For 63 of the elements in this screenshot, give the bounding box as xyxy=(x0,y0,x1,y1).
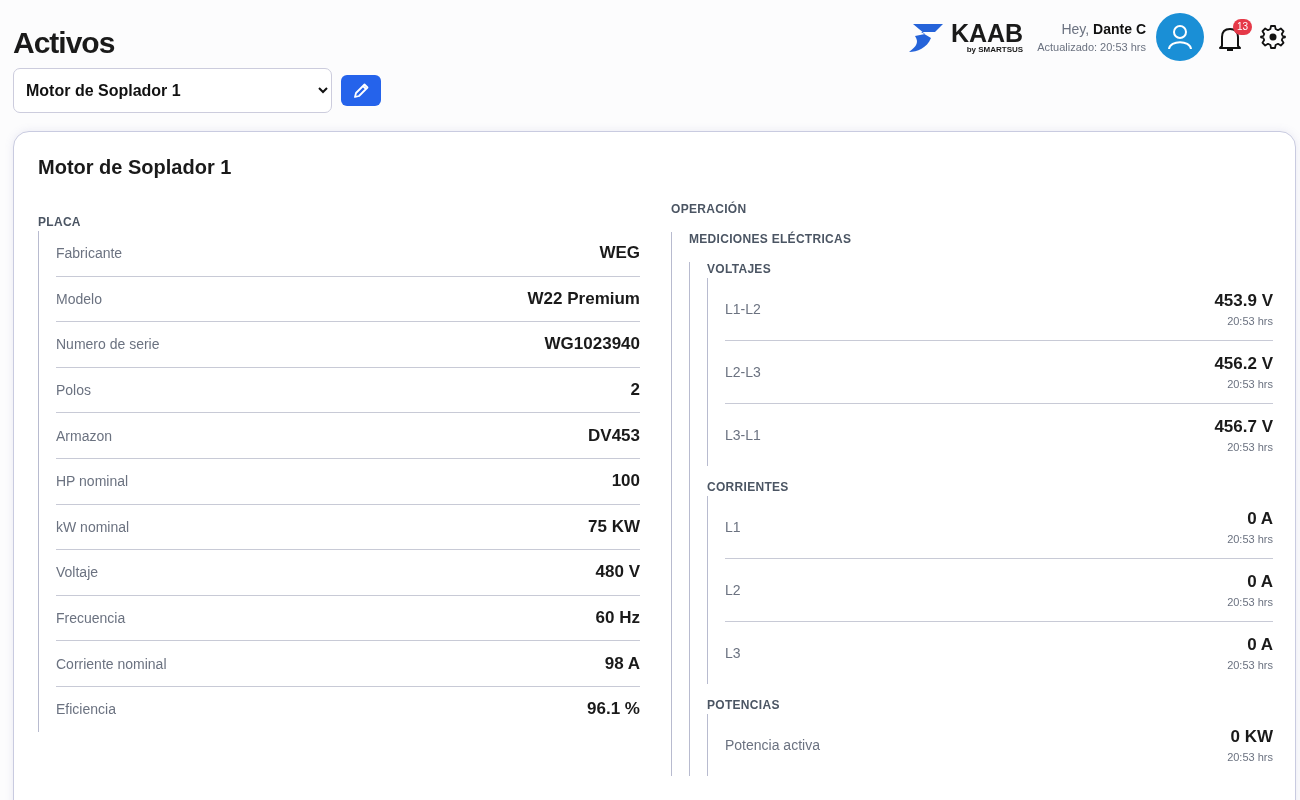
measurement-value: 456.2 V xyxy=(1214,354,1273,374)
subgroup-heading: CORRIENTES xyxy=(707,480,790,496)
field-label: Eficiencia xyxy=(56,701,116,718)
measurement-label: L3 xyxy=(725,645,741,661)
card-title: Motor de Soplador 1 xyxy=(38,156,233,179)
pencil-icon xyxy=(352,81,370,100)
asset-select[interactable]: Motor de Soplador 1 xyxy=(13,68,332,113)
user-greeting: Hey, Dante C xyxy=(1060,21,1146,37)
field-value: 100 xyxy=(611,471,640,492)
measurement-value: 0 A xyxy=(1246,572,1273,592)
field-label: Polos xyxy=(56,382,92,399)
settings-icon xyxy=(1260,24,1286,50)
field-value: 75 KW xyxy=(588,516,640,537)
field-value: WG1023940 xyxy=(544,334,640,355)
field-value: 98 A xyxy=(604,653,640,674)
measurement-time: 20:53 hrs xyxy=(1227,596,1273,608)
brand-name: KAAB xyxy=(950,20,1024,45)
page-title: Activos xyxy=(13,26,116,60)
brand-tagline: by SMARTSUS xyxy=(965,44,1024,54)
measurement-value: 0 A xyxy=(1246,509,1273,529)
field-value: 2 xyxy=(630,380,640,401)
measurement-label: L2 xyxy=(725,582,741,598)
measurement-value: 453.9 V xyxy=(1214,291,1273,311)
subgroup-heading: POTENCIAS xyxy=(707,698,781,714)
measurement-label: L2-L3 xyxy=(725,364,761,380)
field-value: 96.1 % xyxy=(587,699,640,720)
measurement-time: 20:53 hrs xyxy=(1226,315,1273,327)
field-label: Voltaje xyxy=(56,564,99,581)
field-label: Frecuencia xyxy=(56,610,126,627)
last-updated: Actualizado: 20:53 hrs xyxy=(1037,41,1146,53)
field-value: 480 V xyxy=(595,562,640,583)
notification-count: 13 xyxy=(1232,19,1252,35)
measurement-time: 20:53 hrs xyxy=(1226,441,1273,453)
settings-button[interactable] xyxy=(1260,24,1286,50)
field-label: Numero de serie xyxy=(56,336,160,353)
avatar[interactable] xyxy=(1156,13,1204,61)
group-heading: MEDICIONES ELÉCTRICAS xyxy=(689,232,853,248)
edit-button[interactable] xyxy=(341,75,381,106)
measurement-label: Potencia activa xyxy=(725,737,820,753)
measurement-label: L3-L1 xyxy=(725,427,761,443)
field-label: HP nominal xyxy=(56,473,129,490)
field-label: kW nominal xyxy=(56,518,130,535)
measurement-time: 20:53 hrs xyxy=(1227,533,1273,545)
section-heading: PLACA xyxy=(38,215,82,231)
measurement-time: 20:53 hrs xyxy=(1227,659,1273,671)
notification-button[interactable]: 13 xyxy=(1218,19,1252,55)
measurement-value: 456.7 V xyxy=(1214,417,1273,437)
field-value: W22 Premium xyxy=(527,288,640,309)
measurement-value: 0 A xyxy=(1246,635,1273,655)
field-value: WEG xyxy=(599,243,640,264)
field-label: Modelo xyxy=(56,290,102,307)
measurement-label: L1 xyxy=(725,519,741,535)
field-label: Armazon xyxy=(56,427,113,444)
measurement-value: 0 KW xyxy=(1229,727,1273,747)
subgroup-heading: VOLTAJES xyxy=(707,262,772,278)
field-label: Corriente nominal xyxy=(56,655,167,672)
section-heading: OPERACIÓN xyxy=(671,202,748,218)
measurement-time: 20:53 hrs xyxy=(1226,378,1273,390)
measurement-label: L1-L2 xyxy=(725,301,761,317)
field-label: Fabricante xyxy=(56,245,123,262)
measurement-time: 20:53 hrs xyxy=(1227,751,1273,763)
field-value: DV453 xyxy=(588,425,640,446)
field-value: 60 Hz xyxy=(595,608,640,629)
